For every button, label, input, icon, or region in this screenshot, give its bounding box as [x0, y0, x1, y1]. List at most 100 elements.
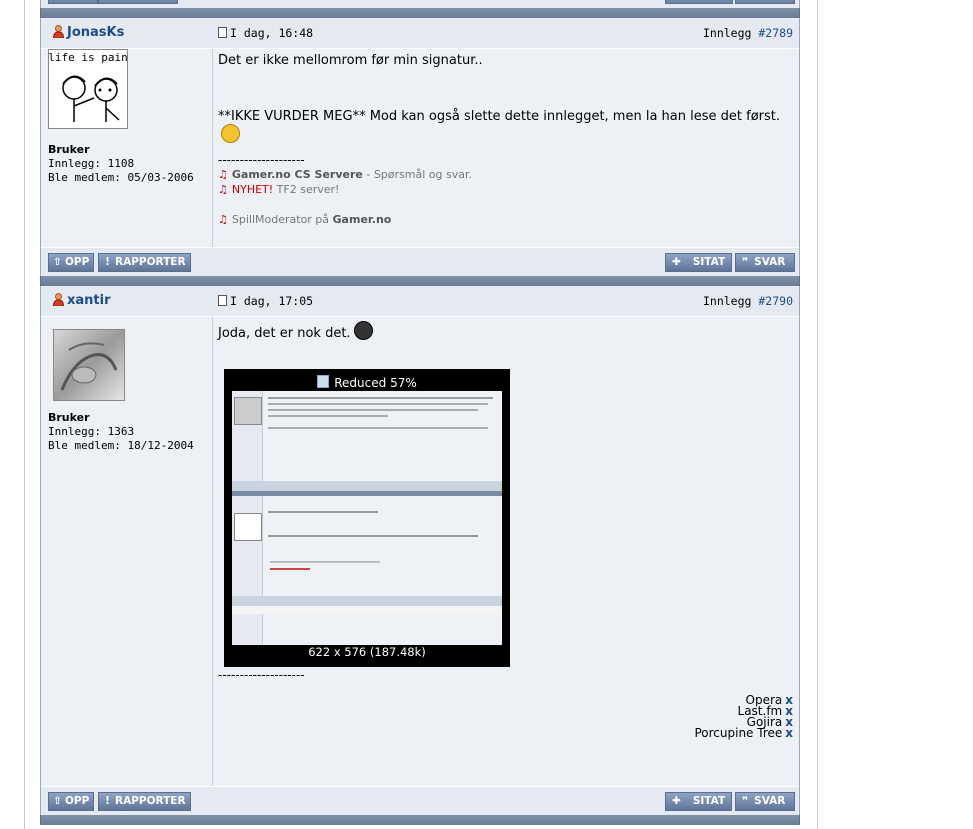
image-thumbnail[interactable]: Reduced 57% 622 x 576 (187.48k): [224, 369, 510, 667]
exclamation-icon: !: [105, 795, 110, 807]
post-header: JonasKs I dag, 16:48 Innlegg #2789: [41, 18, 799, 49]
quote-button[interactable]: ✚ SITAT: [665, 253, 732, 272]
user-rank: Bruker: [48, 143, 90, 156]
quote-button[interactable]: ✚ SITAT: [665, 792, 732, 811]
signature-links: Opera x Last.fm x Gojira x Porcupine Tree x: [694, 694, 793, 740]
image-reduced-text: Reduced 57%: [334, 376, 417, 390]
close-icon: x: [785, 726, 793, 740]
avatar-drawing: life is pain: [48, 51, 128, 122]
quote-button-label: SITAT: [692, 795, 726, 807]
post-separator: [40, 8, 800, 18]
image-size-label: 622 x 576 (187.48k): [308, 645, 426, 659]
report-button[interactable]: [98, 0, 178, 4]
reply-button[interactable]: [735, 0, 795, 4]
signature-highlight: NYHET!: [231, 183, 274, 196]
post-icon: [218, 27, 227, 38]
post-number-label: Innlegg: [702, 294, 752, 308]
avatar-caption: life is pain: [49, 51, 127, 64]
quote-marks-icon: ❞: [742, 256, 749, 268]
up-button[interactable]: ⇧ OPP: [48, 253, 95, 272]
quote-marks-icon: ❞: [742, 795, 749, 807]
username-link[interactable]: JonasKs: [53, 25, 124, 40]
username-link[interactable]: xantir: [53, 293, 111, 308]
user-joined: Ble medlem: 18/12-2004: [48, 439, 194, 452]
post-number: Innlegg #2789: [703, 26, 793, 40]
reply-button-label: SVAR: [754, 795, 786, 807]
post-time: I dag, 17:05: [218, 294, 313, 308]
link-text[interactable]: Porcupine Tree: [694, 726, 782, 740]
page-right-border: [817, 0, 818, 829]
quote-button-label: SITAT: [692, 256, 726, 268]
username-text[interactable]: JonasKs: [67, 25, 124, 40]
reply-button[interactable]: ❞ SVAR: [735, 792, 795, 811]
signature-text: TF2 server!: [273, 183, 340, 196]
plus-icon: ✚: [672, 256, 681, 268]
forum-thread: JonasKs I dag, 16:48 Innlegg #2789 life …: [40, 0, 800, 825]
avatar-photo: [60, 342, 118, 391]
signature-line: ♫ NYHET! TF2 server!: [218, 182, 339, 197]
post-body-text: **IKKE VURDER MEG** Mod kan også slette …: [218, 109, 781, 124]
user-meta: Bruker Innlegg: 1363 Ble medlem: 18/12-2…: [48, 411, 194, 453]
post-time-text: I dag, 17:05: [230, 294, 314, 308]
up-button-label: OPP: [65, 256, 90, 268]
user-rank: Bruker: [48, 411, 90, 424]
up-button[interactable]: ⇧ OPP: [48, 792, 95, 811]
page-left-border: [24, 0, 25, 829]
zoom-icon: [317, 375, 330, 388]
post-body-text: Joda, det er nok det.: [218, 326, 351, 341]
reply-button[interactable]: ❞ SVAR: [735, 253, 795, 272]
cool-smiley-icon: [353, 321, 373, 340]
tongue-smiley-icon: [221, 124, 240, 143]
post-footer: ⇧ OPP ! RAPPORTER ✚ SITAT ❞ SVAR: [41, 786, 799, 815]
user-icon: [53, 25, 64, 38]
user-meta: Bruker Innlegg: 1108 Ble medlem: 05/03-2…: [48, 143, 194, 185]
post-time: I dag, 16:48: [218, 26, 313, 40]
post-body-line: **IKKE VURDER MEG** Mod kan også slette …: [218, 109, 799, 144]
post-number: Innlegg #2790: [703, 294, 793, 308]
post-permalink[interactable]: #2789: [758, 26, 793, 40]
post-time-text: I dag, 16:48: [230, 26, 314, 40]
post-separator: [40, 815, 800, 825]
signature-divider: --------------------: [218, 668, 305, 682]
signature-link[interactable]: Gamer.no CS Servere: [232, 168, 363, 181]
user-post-count: Innlegg: 1363: [48, 425, 135, 438]
quote-button[interactable]: [665, 0, 733, 4]
post-body-line: Det er ikke mellomrom før min signatur..: [218, 53, 483, 68]
arrow-up-icon: ⇧: [53, 256, 62, 268]
post-icon: [218, 295, 227, 306]
music-note-icon: ♫: [218, 213, 228, 226]
signature-link-item[interactable]: Porcupine Tree x: [694, 726, 793, 740]
user-post-count: Innlegg: 1108: [48, 157, 135, 170]
avatar: [53, 329, 125, 401]
signature-text: - Spørsmål og svar.: [362, 168, 472, 181]
user-joined: Ble medlem: 05/03-2006: [48, 171, 194, 184]
avatar: life is pain: [48, 49, 128, 129]
up-button[interactable]: [48, 0, 98, 4]
username-text[interactable]: xantir: [67, 293, 111, 308]
report-button[interactable]: ! RAPPORTER: [98, 792, 191, 811]
post: xantir I dag, 17:05 Innlegg #2790 Bruker…: [40, 286, 800, 815]
signature-line: ♫ Gamer.no CS Servere - Spørsmål og svar.: [218, 167, 472, 182]
post-permalink[interactable]: #2790: [758, 294, 793, 308]
report-button-label: RAPPORTER: [115, 256, 186, 268]
reply-button-label: SVAR: [754, 256, 786, 268]
post-header: xantir I dag, 17:05 Innlegg #2790: [41, 286, 799, 317]
signature-link[interactable]: Gamer.no: [333, 213, 392, 226]
previous-post-footer: [40, 0, 800, 8]
screenshot-preview: [232, 391, 502, 645]
post: JonasKs I dag, 16:48 Innlegg #2789 life …: [40, 18, 800, 276]
up-button-label: OPP: [65, 795, 90, 807]
signature-divider: --------------------: [218, 153, 305, 167]
signature-line: ♫ SpillModerator på Gamer.no: [218, 212, 391, 227]
post-body-line: Joda, det er nok det.: [218, 321, 373, 341]
arrow-up-icon: ⇧: [53, 795, 62, 807]
post-footer: ⇧ OPP ! RAPPORTER ✚ SITAT ❞ SVAR: [41, 247, 799, 276]
post-number-label: Innlegg: [702, 26, 752, 40]
report-button[interactable]: ! RAPPORTER: [98, 253, 191, 272]
signature-text: SpillModerator på: [231, 213, 333, 226]
plus-icon: ✚: [672, 795, 681, 807]
post-separator: [40, 276, 800, 286]
music-note-icon: ♫: [218, 168, 228, 181]
user-icon: [53, 293, 64, 306]
report-button-label: RAPPORTER: [115, 795, 186, 807]
